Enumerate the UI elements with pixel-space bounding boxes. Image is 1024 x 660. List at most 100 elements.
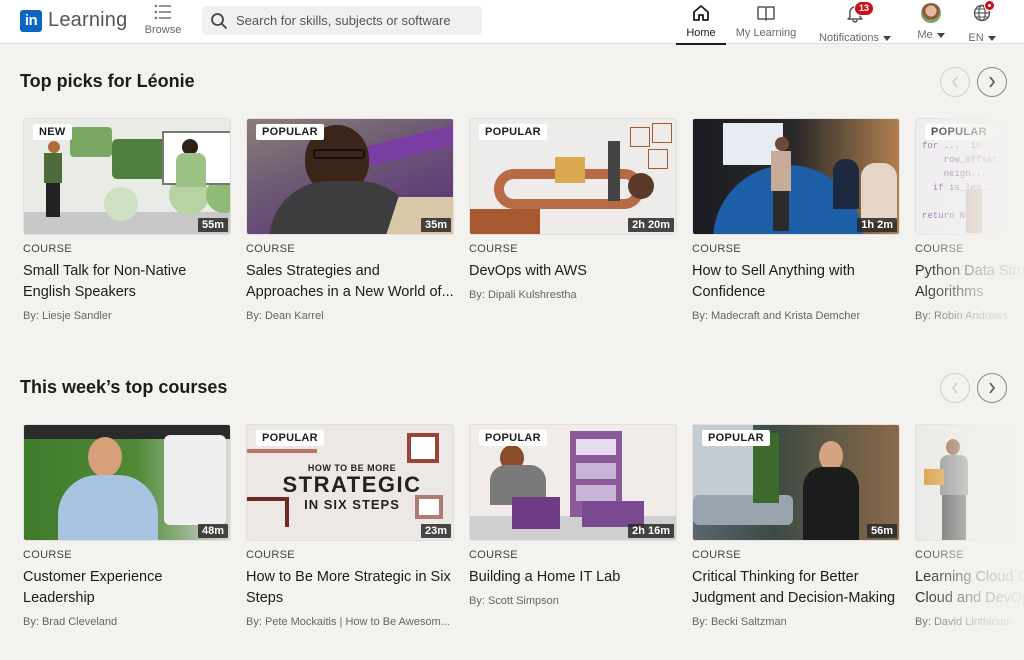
course-title[interactable]: Customer Experience Leadership <box>23 567 231 609</box>
course-type: COURSE <box>23 549 72 561</box>
course-thumbnail[interactable]: HOW TO BE MORE STRATEGIC IN SIX STEPS PO… <box>246 424 454 541</box>
logo-text: Learning <box>48 9 128 31</box>
course-author: By: Dipali Kulshrestha <box>469 289 577 301</box>
course-duration: 35m <box>420 218 451 232</box>
course-duration: 56m <box>866 524 897 538</box>
course-title[interactable]: DevOps with AWS <box>469 261 677 282</box>
search-input[interactable] <box>236 13 476 28</box>
course-card[interactable]: POPULAR 2h 20m COURSE DevOps with AWS By… <box>469 118 677 322</box>
course-carousel-top-picks: NEW 55m COURSE Small Talk for Non-Native… <box>23 118 1024 322</box>
course-duration: 23m <box>420 524 451 538</box>
course-card[interactable]: for ... in row_offset neigh... if is_leg… <box>915 118 1024 322</box>
course-thumbnail[interactable]: 1h 2m <box>692 118 900 235</box>
course-duration: 55m <box>197 218 228 232</box>
course-card[interactable]: COURSE Learning Cloud Computing: Cloud a… <box>915 424 1024 628</box>
course-title[interactable]: Critical Thinking for Better Judgment an… <box>692 567 900 609</box>
linkedin-learning-logo[interactable]: in Learning <box>20 9 127 32</box>
course-card[interactable]: 1h 2m COURSE How to Sell Anything with C… <box>692 118 900 322</box>
nav-me[interactable]: Me <box>912 0 950 44</box>
course-thumbnail[interactable]: POPULAR 2h 16m <box>469 424 677 541</box>
course-carousel-weekly-top: 48m COURSE Customer Experience Leadershi… <box>23 424 1024 628</box>
course-author: By: Liesje Sandler <box>23 310 112 322</box>
course-title[interactable]: Small Talk for Non-Native English Speake… <box>23 261 231 303</box>
nav-my-learning[interactable]: My Learning <box>733 0 799 44</box>
section-title-top-picks: Top picks for Léonie <box>20 71 195 91</box>
course-title[interactable]: How to Sell Anything with Confidence <box>692 261 900 303</box>
course-badge: NEW <box>33 124 72 140</box>
nav-language[interactable]: EN <box>962 0 1002 44</box>
course-title[interactable]: How to Be More Strategic in Six Steps <box>246 567 454 609</box>
course-author: By: Dean Karrel <box>246 310 324 322</box>
course-type: COURSE <box>469 243 518 255</box>
course-type: COURSE <box>246 549 295 561</box>
course-thumbnail[interactable]: POPULAR 56m <box>692 424 900 541</box>
home-icon <box>693 5 709 21</box>
course-type: COURSE <box>23 243 72 255</box>
course-title[interactable]: Python Data Structures and Algorithms <box>915 261 1024 303</box>
course-badge: POPULAR <box>256 124 324 140</box>
course-thumbnail[interactable]: POPULAR 2h 20m <box>469 118 677 235</box>
course-card[interactable]: NEW 55m COURSE Small Talk for Non-Native… <box>23 118 231 322</box>
course-title[interactable]: Sales Strategies and Approaches in a New… <box>246 261 454 303</box>
course-card[interactable]: HOW TO BE MORE STRATEGIC IN SIX STEPS PO… <box>246 424 454 628</box>
carousel-next-button[interactable] <box>977 67 1007 97</box>
nav-language-label: EN <box>968 32 984 44</box>
course-type: COURSE <box>915 243 964 255</box>
nav-home[interactable]: Home <box>676 0 726 45</box>
top-navigation-bar: in Learning Browse Home My Learning <box>0 0 1024 45</box>
browse-button[interactable]: Browse <box>143 3 183 36</box>
linkedin-logo-mark: in <box>20 9 42 32</box>
course-author: By: Pete Mockaitis | How to Be Awesom... <box>246 616 450 628</box>
search-icon <box>211 12 227 29</box>
nav-me-label: Me <box>917 29 933 41</box>
course-duration: 48m <box>197 524 228 538</box>
nav-home-label: Home <box>686 27 716 39</box>
course-badge: POPULAR <box>479 124 547 140</box>
course-badge: POPULAR <box>925 124 993 140</box>
course-duration: 1h 2m <box>857 218 897 232</box>
course-title[interactable]: Learning Cloud Computing: Cloud and DevO… <box>915 567 1024 609</box>
course-author: By: Robin Andrews <box>915 310 1008 322</box>
chevron-right-icon <box>989 76 996 88</box>
course-type: COURSE <box>469 549 518 561</box>
caret-down-icon <box>987 35 996 41</box>
thumb-text-line2: STRATEGIC <box>282 472 422 497</box>
course-title[interactable]: Building a Home IT Lab <box>469 567 677 588</box>
course-type: COURSE <box>692 243 741 255</box>
course-card[interactable]: 48m COURSE Customer Experience Leadershi… <box>23 424 231 628</box>
caret-down-icon <box>882 35 891 41</box>
course-type: COURSE <box>246 243 295 255</box>
course-author: By: Scott Simpson <box>469 595 559 607</box>
carousel-next-button[interactable] <box>977 373 1007 403</box>
course-duration: 2h 20m <box>628 218 674 232</box>
chevron-left-icon <box>951 382 958 394</box>
course-duration: 2h 16m <box>628 524 674 538</box>
course-card[interactable]: POPULAR 56m COURSE Critical Thinking for… <box>692 424 900 628</box>
course-thumbnail[interactable]: POPULAR 35m <box>246 118 454 235</box>
list-menu-icon <box>154 4 171 20</box>
carousel-prev-button[interactable] <box>940 67 970 97</box>
carousel-prev-button[interactable] <box>940 373 970 403</box>
section-title-weekly-top: This week’s top courses <box>20 377 228 397</box>
browse-label: Browse <box>144 24 182 36</box>
course-badge: POPULAR <box>702 430 770 446</box>
course-badge: POPULAR <box>256 430 324 446</box>
avatar <box>921 3 941 23</box>
course-thumbnail[interactable]: 48m <box>23 424 231 541</box>
course-card[interactable]: POPULAR 35m COURSE Sales Strategies and … <box>246 118 454 322</box>
course-thumbnail[interactable]: for ... in row_offset neigh... if is_leg… <box>915 118 1024 235</box>
course-card[interactable]: POPULAR 2h 16m COURSE Building a Home IT… <box>469 424 677 628</box>
thumb-text-line3: IN SIX STEPS <box>304 497 400 512</box>
course-author: By: Madecraft and Krista Demcher <box>692 310 861 322</box>
course-author: By: Becki Saltzman <box>692 616 787 628</box>
search-box[interactable] <box>202 6 482 35</box>
nav-notifications-label: Notifications <box>819 32 879 44</box>
course-type: COURSE <box>915 549 964 561</box>
chevron-left-icon <box>951 76 958 88</box>
chevron-right-icon <box>989 382 996 394</box>
language-alert-dot <box>984 0 995 11</box>
course-thumbnail[interactable] <box>915 424 1024 541</box>
course-thumbnail[interactable]: NEW 55m <box>23 118 231 235</box>
nav-notifications[interactable]: 13 Notifications <box>815 0 895 44</box>
notifications-count-badge: 13 <box>854 1 875 16</box>
